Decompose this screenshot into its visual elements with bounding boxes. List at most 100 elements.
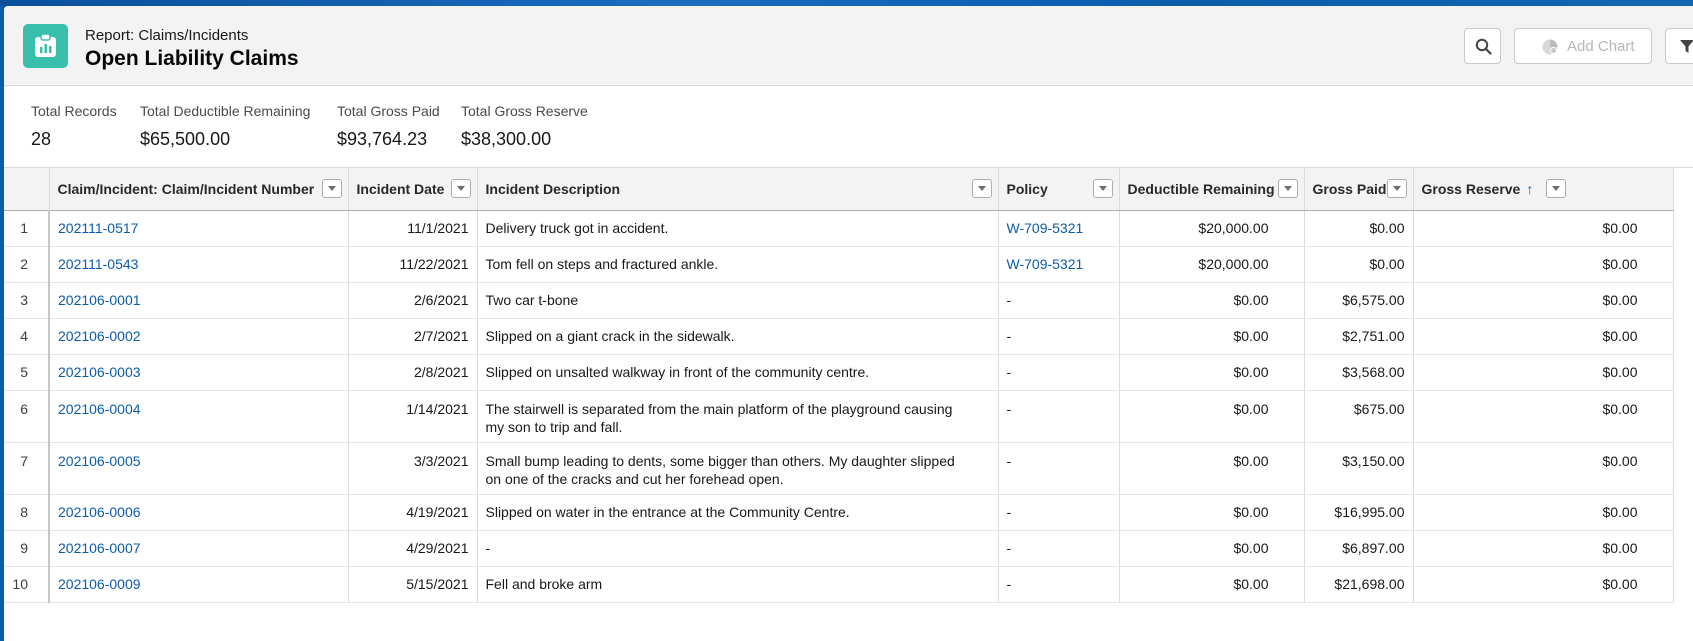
claim-number-link-text[interactable]: 202106-0002 [58,319,340,345]
column-header-label: Gross Reserve [1421,181,1521,197]
gross-reserve-cell: $0.00 [1413,210,1674,247]
gross-paid-cell: $6,575.00 [1304,282,1414,319]
column-menu-chevron-down-icon[interactable] [1386,179,1407,198]
incident-date-cell: 2/7/2021 [348,318,478,355]
report-table-container[interactable]: Claim/Incident: Claim/Incident Number In… [4,167,1693,641]
claim-number-link[interactable]: 202106-0007 [49,530,349,567]
deductible-remaining-cell: $0.00 [1119,566,1305,603]
column-header-incident-description[interactable]: Incident Description [477,168,999,211]
deductible-remaining-cell: $0.00 [1119,442,1305,495]
row-number: 10 [4,566,50,603]
policy-cell-text: - [1006,540,1012,556]
table-row: 5 202106-0003 2/8/2021 Slipped on unsalted … [4,354,1674,391]
table-header-row: Claim/Incident: Claim/Incident Number In… [4,168,1674,211]
incident-description-cell: Tom fell on steps and fractured ankle. [477,246,999,283]
incident-date-cell-text: 1/14/2021 [406,401,469,417]
policy-link[interactable]: W-709-5321 [998,210,1120,247]
deductible-remaining-cell-text: $20,000.00 [1198,220,1269,236]
gross-paid-cell-text: $0.00 [1369,256,1405,272]
row-number: 3 [4,282,50,319]
sort-ascending-icon[interactable]: ↑ [1526,181,1533,197]
deductible-remaining-cell: $0.00 [1119,354,1305,391]
column-header-gross-paid[interactable]: Gross Paid [1304,168,1414,211]
claim-number-link[interactable]: 202111-0517 [49,210,349,247]
gross-paid-cell-text: $3,150.00 [1342,453,1405,469]
column-header-label: Policy [1006,181,1048,197]
policy-link-text[interactable]: W-709-5321 [1007,247,1111,273]
column-header-label: Deductible Remaining [1127,181,1275,197]
claim-number-link-text[interactable]: 202106-0003 [58,355,340,381]
page-title: Open Liability Claims [85,47,299,70]
column-menu-chevron-down-icon[interactable] [971,179,992,198]
claim-number-link-text[interactable]: 202106-0004 [58,391,340,418]
table-row: 2 202111-0543 11/22/2021 Tom fell on steps … [4,246,1674,283]
claim-number-link[interactable]: 202106-0005 [49,442,349,495]
column-header-policy[interactable]: Policy [998,168,1120,211]
claim-number-link-text[interactable]: 202106-0007 [58,531,340,557]
claim-number-link[interactable]: 202106-0001 [49,282,349,319]
claim-number-link-text[interactable]: 202111-0543 [58,247,340,273]
claim-number-link-text[interactable]: 202106-0001 [58,283,340,309]
incident-description-cell-text: Slipped on a giant crack in the sidewalk… [485,328,735,344]
incident-description-cell: Slipped on a giant crack in the sidewalk… [477,318,999,355]
row-number-text: 8 [20,504,28,520]
policy-link[interactable]: W-709-5321 [998,246,1120,283]
claim-number-link[interactable]: 202106-0009 [49,566,349,603]
gross-paid-cell-text: $3,568.00 [1342,364,1405,380]
claim-number-link[interactable]: 202111-0543 [49,246,349,283]
gross-paid-cell-text: $6,575.00 [1342,292,1405,308]
claim-number-link[interactable]: 202106-0006 [49,494,349,531]
incident-description-cell: Fell and broke arm [477,566,999,603]
metric-value: 28 [31,129,52,149]
claim-number-link[interactable]: 202106-0002 [49,318,349,355]
add-chart-button[interactable]: Add Chart [1514,28,1652,64]
column-menu-chevron-down-icon[interactable] [321,179,342,198]
claim-number-link[interactable]: 202106-0004 [49,390,349,443]
incident-date-cell: 11/22/2021 [348,246,478,283]
gross-paid-cell-text: $21,698.00 [1334,576,1405,592]
row-number-text: 9 [20,540,28,556]
policy-cell: - [998,390,1120,443]
column-menu-chevron-down-icon[interactable] [1092,179,1113,198]
incident-description-cell-text: The stairwell is separated from the main… [485,401,953,435]
search-button[interactable] [1464,28,1501,64]
gross-reserve-cell-text: $0.00 [1602,364,1638,380]
table-row: 9 202106-0007 4/29/2021- - $0.00 $6,897.00 $0.… [4,530,1674,567]
row-number-text: 5 [20,364,28,380]
claim-number-link-text[interactable]: 202106-0005 [58,443,340,470]
incident-description-cell: Slipped on water in the entrance at the … [477,494,999,531]
table-row: 10 202106-0009 5/15/2021 Fell and broke arm… [4,566,1674,603]
metric-value: $65,500.00 [140,129,231,149]
policy-link-text[interactable]: W-709-5321 [1007,211,1111,237]
column-header-label: Claim/Incident: Claim/Incident Number [57,181,315,197]
gross-reserve-cell-text: $0.00 [1602,256,1638,272]
table-row: 4 202106-0002 2/7/2021 Slipped on a giant c… [4,318,1674,355]
gross-paid-cell: $16,995.00 [1304,494,1414,531]
report-card: Report: Claims/Incidents Open Liability … [4,6,1693,641]
incident-date-cell-text: 4/19/2021 [406,504,469,520]
table-row: 8 202106-0006 4/19/2021 Slipped on water in… [4,494,1674,531]
policy-cell-text: - [1006,504,1012,520]
gross-reserve-cell-text: $0.00 [1602,401,1638,417]
column-header-claim-number[interactable]: Claim/Incident: Claim/Incident Number [49,168,349,211]
gross-reserve-cell: $0.00 [1413,530,1674,567]
column-header-deductible-remaining[interactable]: Deductible Remaining [1119,168,1305,211]
claim-number-link-text[interactable]: 202111-0517 [58,211,340,237]
column-header-gross-reserve[interactable]: Gross Reserve ↑ [1413,168,1674,211]
claim-number-link-text[interactable]: 202106-0006 [58,495,340,521]
deductible-remaining-cell: $20,000.00 [1119,246,1305,283]
column-menu-chevron-down-icon[interactable] [1545,179,1566,198]
column-menu-chevron-down-icon[interactable] [450,179,471,198]
column-menu-chevron-down-icon[interactable] [1277,179,1298,198]
claim-number-link-text[interactable]: 202106-0009 [58,567,340,593]
incident-date-cell-text: 2/6/2021 [414,292,469,308]
incident-description-cell-text: Fell and broke arm [485,576,603,592]
incident-description-cell: - [477,530,999,567]
gross-paid-cell-text: $6,897.00 [1342,540,1405,556]
column-header-incident-date[interactable]: Incident Date [348,168,478,211]
gross-reserve-cell: $0.00 [1413,318,1674,355]
gross-paid-cell: $3,150.00 [1304,442,1414,495]
claim-number-link[interactable]: 202106-0003 [49,354,349,391]
filter-button[interactable] [1665,28,1693,64]
add-chart-label: Add Chart [1567,38,1635,55]
